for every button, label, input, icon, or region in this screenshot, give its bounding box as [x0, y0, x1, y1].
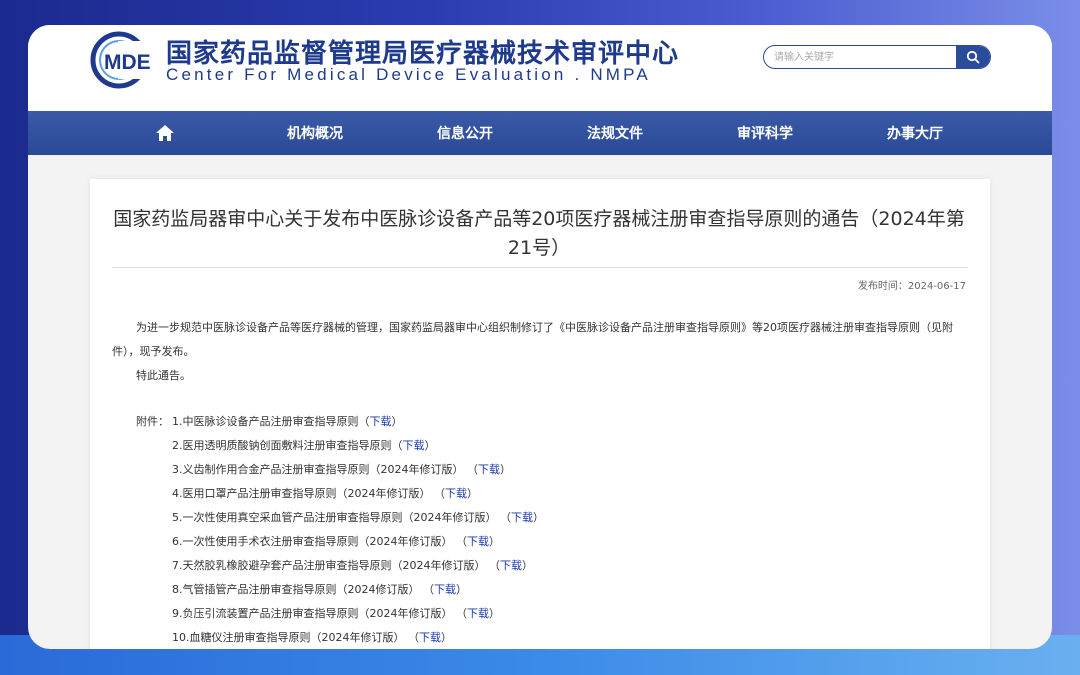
nav-item-science[interactable]: 审评科学 [690, 111, 840, 155]
list-item: 9.负压引流装置产品注册审查指导原则（2024年修订版） （下载） [172, 607, 500, 620]
article-body: 为进一步规范中医脉诊设备产品等医疗器械的管理，国家药监局器审中心组织制修订了《中… [112, 321, 953, 358]
home-icon [156, 125, 174, 141]
nav-item-institution[interactable]: 机构概况 [240, 111, 390, 155]
list-item: 3.义齿制作用合金产品注册审查指导原则（2024年修订版） （下载） [172, 463, 511, 476]
attachment-name: 9.负压引流装置产品注册审查指导原则（2024年修订版） [172, 607, 453, 620]
attachment-name: 10.血糖仪注册审查指导原则（2024年修订版） [172, 631, 405, 644]
download-link[interactable]: 下载 [445, 487, 467, 500]
download-link[interactable]: 下载 [419, 631, 441, 644]
download-link[interactable]: 下载 [500, 559, 522, 572]
attachment-name: 8.气管插管产品注册审查指导原则（2024修订版） [172, 583, 420, 596]
download-link[interactable]: 下载 [467, 535, 489, 548]
download-link[interactable]: 下载 [434, 583, 456, 596]
search-input[interactable] [774, 49, 944, 65]
download-link[interactable]: 下载 [403, 439, 425, 452]
search-button[interactable] [956, 46, 990, 68]
attachment-name: 1.中医脉诊设备产品注册审查指导原则 [172, 415, 359, 428]
download-link[interactable]: 下载 [478, 463, 500, 476]
attachment-name: 6.一次性使用手术衣注册审查指导原则（2024年修订版） [172, 535, 453, 548]
list-item: 1.中医脉诊设备产品注册审查指导原则（下载） [172, 415, 403, 428]
nav-item-services[interactable]: 办事大厅 [840, 111, 990, 155]
download-link[interactable]: 下载 [467, 607, 489, 620]
main-nav: 机构概况 信息公开 法规文件 审评科学 办事大厅 [28, 111, 1052, 155]
list-item: 10.血糖仪注册审查指导原则（2024年修订版） （下载） [172, 631, 452, 644]
search-icon [966, 50, 980, 64]
list-item: 5.一次性使用真空采血管产品注册审查指导原则（2024年修订版） （下载） [172, 511, 544, 524]
nav-item-regulations[interactable]: 法规文件 [540, 111, 690, 155]
article-card: 国家药监局器审中心关于发布中医脉诊设备产品等20项医疗器械注册审查指导原则的通告… [90, 179, 990, 649]
logo-icon: MDE [90, 31, 160, 89]
publish-date: 发布时间：2024-06-17 [857, 281, 966, 292]
title-divider [112, 267, 968, 268]
list-item: 4.医用口罩产品注册审查指导原则（2024年修订版） （下载） [172, 487, 478, 500]
site-header: MDE 国家药品监督管理局医疗器械技术审评中心 Center For Medic… [28, 25, 1052, 111]
logo-abbr: MDE [104, 51, 151, 74]
attachment-label: 附件： [136, 415, 169, 428]
attachment-list: 1.中医脉诊设备产品注册审查指导原则（下载） 2.医用透明质酸钠创面敷料注册审查… [172, 410, 544, 649]
list-item: 7.天然胶乳橡胶避孕套产品注册审查指导原则（2024年修订版） （下载） [172, 559, 533, 572]
attachment-name: 3.义齿制作用合金产品注册审查指导原则（2024年修订版） [172, 463, 464, 476]
list-item: 2.医用透明质酸钠创面敷料注册审查指导原则（下载） [172, 439, 436, 452]
browser-screen: MDE 国家药品监督管理局医疗器械技术审评中心 Center For Medic… [28, 25, 1052, 649]
list-item: 8.气管插管产品注册审查指导原则（2024修订版） （下载） [172, 583, 467, 596]
list-item: 6.一次性使用手术衣注册审查指导原则（2024年修订版） （下载） [172, 535, 500, 548]
download-link[interactable]: 下载 [370, 415, 392, 428]
site-title-en: Center For Medical Device Evaluation . N… [166, 65, 651, 84]
attachment-name: 7.天然胶乳橡胶避孕套产品注册审查指导原则（2024年修订版） [172, 559, 486, 572]
attachment-name: 2.医用透明质酸钠创面敷料注册审查指导原则 [172, 439, 392, 452]
nav-item-info[interactable]: 信息公开 [390, 111, 540, 155]
attachment-name: 5.一次性使用真空采血管产品注册审查指导原则（2024年修订版） [172, 511, 497, 524]
nav-home[interactable] [90, 111, 240, 155]
article-title: 国家药监局器审中心关于发布中医脉诊设备产品等20项医疗器械注册审查指导原则的通告… [113, 208, 965, 259]
download-link[interactable]: 下载 [511, 511, 533, 524]
notice-text: 特此通告。 [136, 369, 191, 382]
attachment-name: 4.医用口罩产品注册审查指导原则（2024年修订版） [172, 487, 431, 500]
search-box [763, 45, 991, 69]
